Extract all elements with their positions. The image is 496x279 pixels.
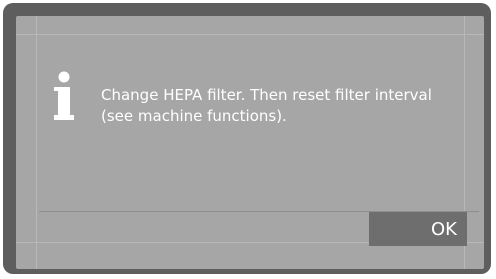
guide-line-top — [16, 34, 484, 35]
display-bezel: Change HEPA filter. Then reset filter in… — [3, 3, 491, 274]
ok-button[interactable]: OK — [369, 212, 467, 246]
info-icon — [54, 71, 74, 120]
display-screen: Change HEPA filter. Then reset filter in… — [16, 16, 484, 269]
dialog-message: Change HEPA filter. Then reset filter in… — [101, 86, 432, 125]
guide-line-left — [36, 16, 37, 269]
